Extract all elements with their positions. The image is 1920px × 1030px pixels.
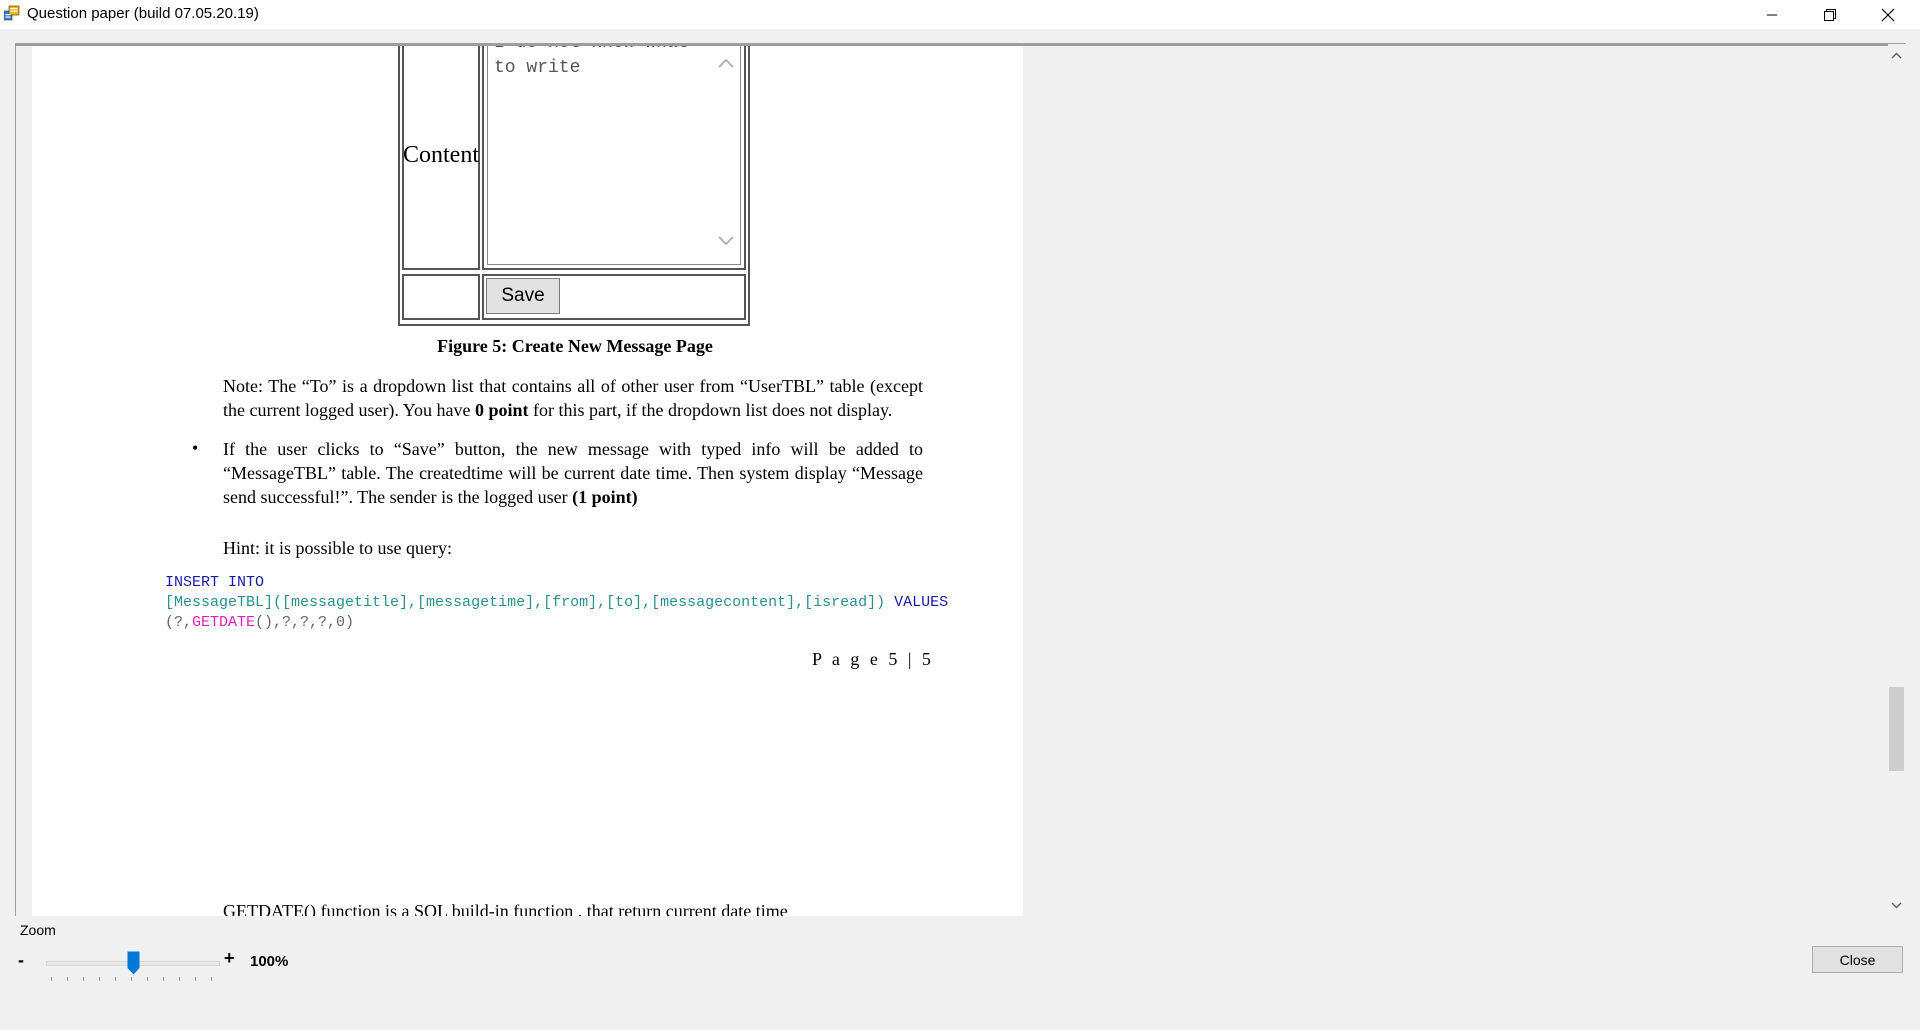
vertical-scrollbar[interactable]: [1888, 46, 1905, 916]
empty-label-cell: [402, 274, 480, 320]
page-number: P a g e 5 | 5: [812, 649, 934, 669]
save-cell: Save: [482, 274, 746, 320]
content-textarea-cell: I do not know what to write: [482, 46, 746, 270]
document-viewer[interactable]: Content I do not know what to write Save…: [15, 43, 1905, 916]
sql-column-list: ([messagetitle],[messagetime],[from],[to…: [273, 594, 886, 611]
slider-tick: [163, 977, 164, 981]
sql-open-args: (?,: [165, 614, 193, 631]
slider-tick: [115, 977, 116, 981]
sql-function-getdate: GETDATE: [192, 614, 256, 631]
restore-icon: [1823, 8, 1836, 21]
bullet-bold: (1 point): [572, 487, 638, 507]
zoom-value: 100%: [250, 953, 289, 970]
slider-tick: [51, 977, 52, 981]
zoom-label: Zoom: [20, 922, 56, 938]
app-icon: [4, 5, 20, 21]
scrollbar-thumb[interactable]: [1889, 687, 1904, 771]
scroll-down-icon[interactable]: [718, 236, 734, 246]
slider-tick: [131, 977, 132, 981]
note-bold: 0 point: [474, 400, 529, 420]
restore-button[interactable]: [1801, 0, 1858, 29]
figure-caption: Figure 5: Create New Message Page: [437, 336, 713, 356]
zoom-in-button[interactable]: +: [224, 948, 235, 969]
slider-tick: [195, 977, 196, 981]
note-tail: for this part, if the dropdown list does…: [528, 400, 893, 420]
message-form-figure: Content I do not know what to write Save: [398, 46, 750, 326]
scroll-up-icon[interactable]: [718, 58, 734, 68]
note-paragraph: Note: The “To” is a dropdown list that c…: [223, 374, 923, 422]
sql-rest-args: (),?,?,?,0): [255, 614, 355, 631]
cut-off-text: GETDATE() function is a SQL build-in fun…: [223, 901, 788, 916]
sql-code-line-2: [MessageTBL]([messagetitle],[messagetime…: [165, 593, 948, 613]
slider-tick: [83, 977, 84, 981]
slider-tick: [99, 977, 100, 981]
close-icon: [1881, 8, 1894, 21]
minimize-icon: [1766, 14, 1777, 15]
document-page: Content I do not know what to write Save…: [32, 46, 1023, 916]
content-label: Content: [403, 141, 479, 168]
window-title: Question paper (build 07.05.20.19): [27, 5, 259, 22]
close-button[interactable]: Close: [1812, 946, 1903, 973]
sql-keyword-values: VALUES: [894, 594, 949, 611]
content-label-cell: Content: [402, 46, 480, 270]
slider-tick: [147, 977, 148, 981]
zoom-slider-thumb[interactable]: [127, 951, 140, 975]
textarea-line-2: to write: [494, 58, 581, 78]
bullet-marker: •: [192, 438, 199, 458]
minimize-button[interactable]: [1743, 0, 1800, 29]
sql-code-line-3: (?,GETDATE(),?,?,?,0): [165, 613, 354, 633]
slider-tick: [67, 977, 68, 981]
scroll-down-icon[interactable]: [1891, 902, 1902, 909]
hint-text: Hint: it is possible to use query:: [223, 538, 452, 558]
save-bullet-paragraph: If the user clicks to “Save” button, the…: [223, 437, 923, 509]
sql-table-name: [MessageTBL]: [165, 594, 274, 611]
scroll-up-icon[interactable]: [1891, 52, 1902, 59]
close-window-button[interactable]: [1859, 0, 1916, 29]
content-textarea[interactable]: I do not know what to write: [487, 46, 741, 265]
slider-tick: [211, 977, 212, 981]
title-bar: Question paper (build 07.05.20.19): [0, 0, 1920, 30]
textarea-line-1: I do not know what: [494, 46, 688, 54]
zoom-out-button[interactable]: -: [18, 950, 24, 971]
slider-tick: [179, 977, 180, 981]
sql-code-line-1: INSERT INTO: [165, 573, 264, 593]
save-button[interactable]: Save: [486, 278, 560, 314]
sql-keyword-insert: INSERT INTO: [165, 574, 265, 591]
